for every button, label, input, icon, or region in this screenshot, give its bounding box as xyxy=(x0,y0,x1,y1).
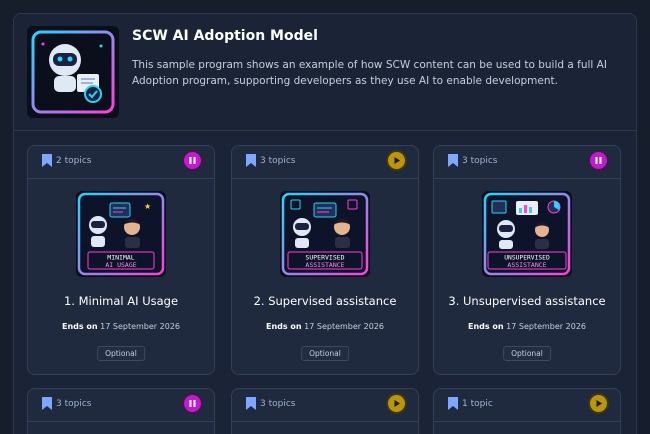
topics-count: 2 topics xyxy=(56,156,92,166)
module-thumbnail: SUPERVISED ASSISTANCE xyxy=(280,191,370,277)
pause-button[interactable] xyxy=(590,152,607,169)
pause-button[interactable] xyxy=(184,395,201,412)
module-thumbnail: ★ MINIMAL AI USAGE xyxy=(76,191,166,277)
topics-count: 3 topics xyxy=(260,156,296,166)
program-title: SCW AI Adoption Model xyxy=(132,28,318,44)
play-icon xyxy=(596,400,602,407)
module-title[interactable]: 2. Supervised assistance xyxy=(232,294,418,308)
module-card[interactable]: 3 topics xyxy=(433,145,621,375)
bookmark-icon xyxy=(246,154,256,167)
pause-icon xyxy=(189,400,196,407)
card-header: 3 topics xyxy=(28,389,214,422)
bookmark-icon xyxy=(448,397,458,410)
pause-icon xyxy=(595,157,602,164)
bookmark-icon xyxy=(42,154,52,167)
program-header: SCW AI Adoption Model This sample progra… xyxy=(14,14,636,131)
pause-icon xyxy=(189,157,196,164)
module-card[interactable]: 3 topics SUPERVISED ASSISTANCE 2. Superv… xyxy=(231,145,419,375)
play-button[interactable] xyxy=(388,152,405,169)
bookmark-icon xyxy=(246,397,256,410)
end-date: Ends on 17 September 2026 xyxy=(467,322,586,331)
module-title[interactable]: 1. Minimal AI Usage xyxy=(28,294,214,308)
module-title[interactable]: 3. Unsupervised assistance xyxy=(434,294,620,308)
end-date: Ends on 17 September 2026 xyxy=(265,322,384,331)
thumb-line2: AI USAGE xyxy=(105,261,136,269)
topics-count: 3 topics xyxy=(462,156,498,166)
bookmark-icon xyxy=(448,154,458,167)
topics-count: 3 topics xyxy=(260,399,296,409)
module-card[interactable]: 3 topics xyxy=(231,388,419,434)
optional-badge: Optional xyxy=(97,346,145,361)
card-header: 2 topics xyxy=(28,146,214,179)
end-date: Ends on 17 September 2026 xyxy=(61,322,180,331)
play-icon xyxy=(394,400,400,407)
bookmark-icon xyxy=(42,397,52,410)
module-thumbnail: UNSUPERVISED ASSISTANCE xyxy=(482,191,572,277)
thumb-line2: ASSISTANCE xyxy=(507,261,546,269)
play-button[interactable] xyxy=(590,395,607,412)
pause-button[interactable] xyxy=(184,152,201,169)
optional-badge: Optional xyxy=(503,346,551,361)
topics-count: 3 topics xyxy=(56,399,92,409)
program-hero-image xyxy=(27,26,119,118)
svg-text:★: ★ xyxy=(144,202,151,211)
play-button[interactable] xyxy=(388,395,405,412)
card-header: 1 topic xyxy=(434,389,620,422)
thumb-line2: ASSISTANCE xyxy=(305,261,344,269)
play-icon xyxy=(394,157,400,164)
program-description: This sample program shows an example of … xyxy=(132,59,607,87)
card-header: 3 topics xyxy=(232,146,418,179)
module-card[interactable]: 1 topic xyxy=(433,388,621,434)
module-card[interactable]: 3 topics xyxy=(27,388,215,434)
optional-badge: Optional xyxy=(301,346,349,361)
card-header: 3 topics xyxy=(434,146,620,179)
program-panel: SCW AI Adoption Model This sample progra… xyxy=(13,13,637,434)
card-header: 3 topics xyxy=(232,389,418,422)
module-card[interactable]: 2 topics ★ MINIMAL AI USAGE 1. Minimal A… xyxy=(27,145,215,375)
topics-count: 1 topic xyxy=(462,399,493,409)
